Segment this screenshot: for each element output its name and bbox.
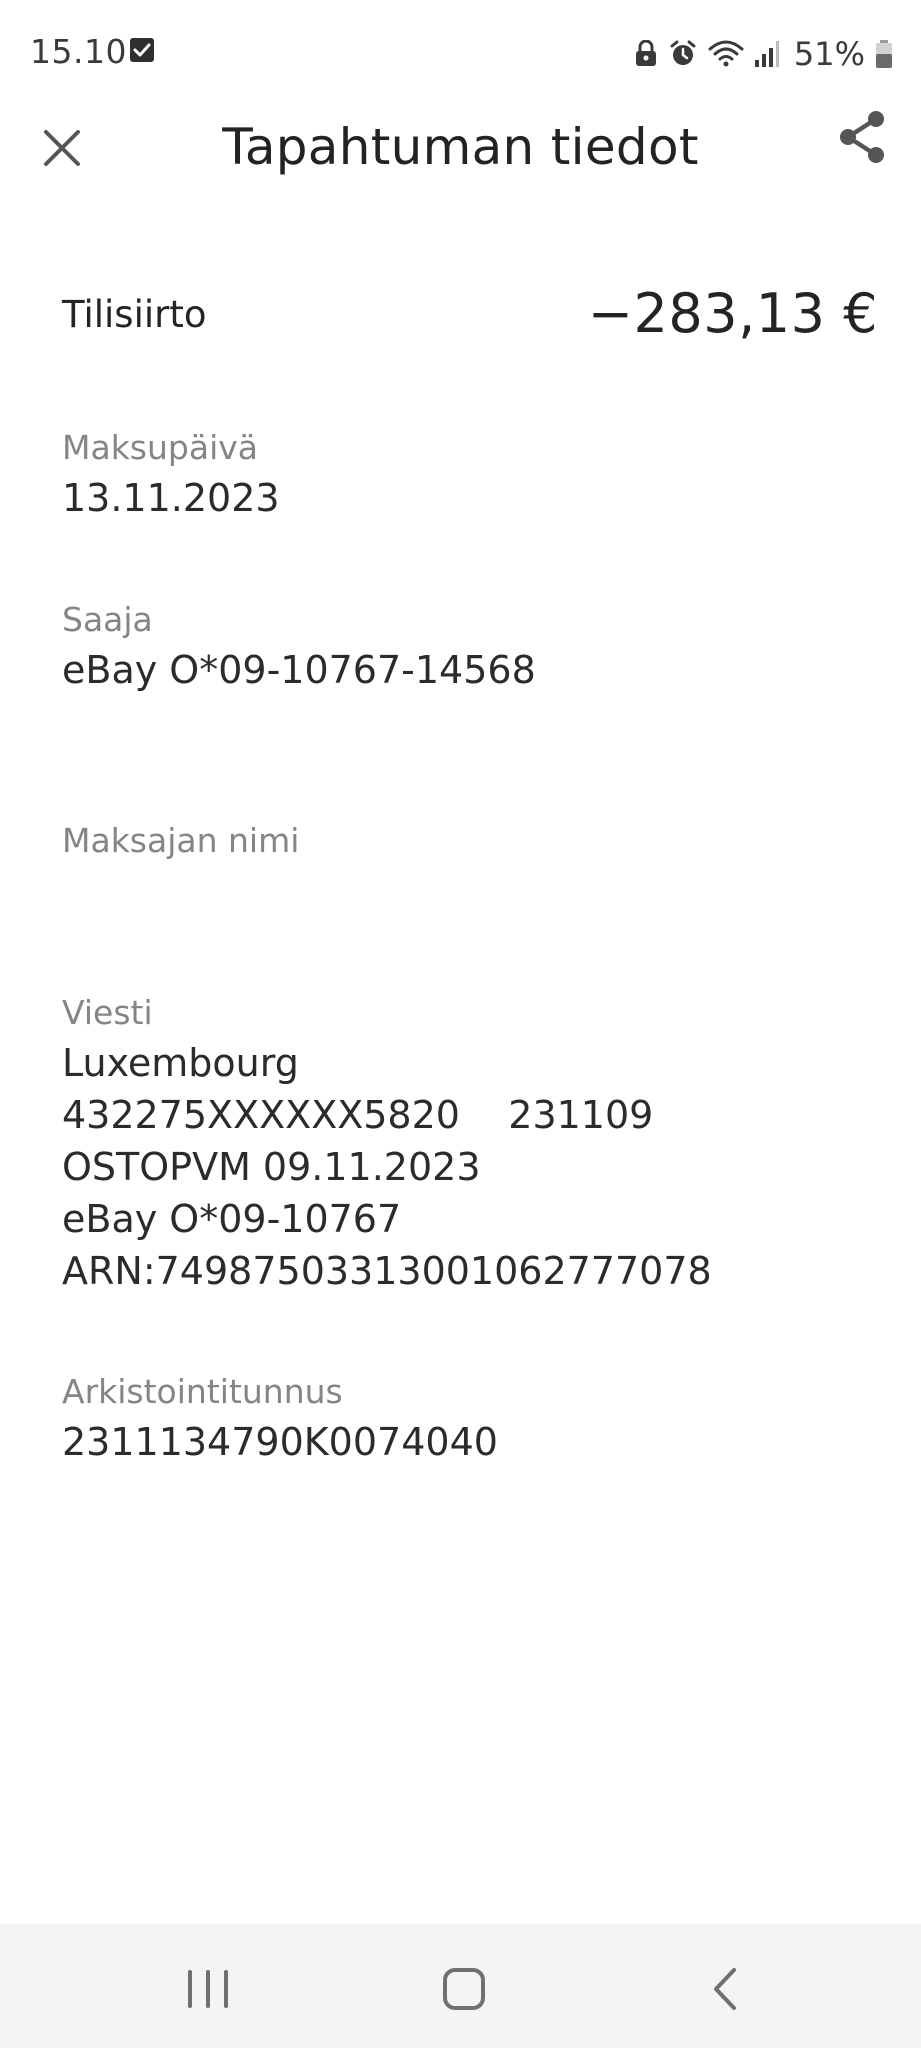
transaction-type: Tilisiirto — [62, 293, 207, 336]
signal-icon — [754, 41, 779, 67]
recipient-value: eBay O*09-10767-14568 — [62, 648, 536, 692]
lock-icon — [635, 40, 656, 66]
share-icon — [840, 111, 884, 163]
battery-percentage: 51% — [793, 35, 865, 73]
message-line: 432275XXXXXX5820 231109 — [62, 1093, 654, 1137]
share-button[interactable] — [832, 108, 892, 168]
payment-date-value: 13.11.2023 — [62, 476, 280, 520]
payment-date-field: Maksupäivä 13.11.2023 — [62, 424, 280, 524]
status-time: 15.10 — [30, 32, 127, 71]
home-icon — [443, 1968, 485, 2010]
system-navigation-bar — [0, 1924, 921, 2048]
recipient-field: Saaja eBay O*09-10767-14568 — [62, 596, 536, 696]
transaction-amount: −283,13 € — [587, 282, 878, 345]
message-line: eBay O*09-10767 — [62, 1197, 402, 1241]
payer-name-field: Maksajan nimi — [62, 817, 299, 865]
recent-apps-icon — [188, 1970, 228, 2008]
alarm-icon — [670, 40, 696, 65]
recent-apps-button[interactable] — [178, 1964, 238, 2014]
message-line: ARN:74987503313001062777078 — [62, 1249, 712, 1293]
recipient-label: Saaja — [62, 600, 153, 639]
archive-id-label: Arkistointitunnus — [62, 1372, 343, 1411]
payment-date-label: Maksupäivä — [62, 428, 259, 467]
archive-id-value: 2311134790K0074040 — [62, 1420, 498, 1464]
home-button[interactable] — [434, 1964, 494, 2014]
status-bar: 15.10 51% — [0, 0, 921, 100]
wifi-icon — [708, 40, 744, 67]
page-title: Tapahtuman tiedot — [222, 118, 699, 176]
message-line: OSTOPVM 09.11.2023 — [62, 1145, 481, 1189]
message-label: Viesti — [62, 993, 153, 1032]
back-button[interactable] — [696, 1964, 756, 2014]
message-value: Luxembourg 432275XXXXXX5820 231109 OSTOP… — [62, 1037, 712, 1297]
message-field: Viesti Luxembourg 432275XXXXXX5820 23110… — [62, 989, 712, 1297]
back-icon — [714, 1968, 736, 2010]
status-icons: 51% — [634, 34, 893, 74]
checkbox-notification-icon — [130, 38, 154, 62]
payer-name-label: Maksajan nimi — [62, 821, 300, 860]
app-header: Tapahtuman tiedot — [0, 100, 921, 200]
archive-id-field: Arkistointitunnus 2311134790K0074040 — [62, 1368, 498, 1468]
message-line: Luxembourg — [62, 1041, 299, 1085]
battery-icon — [876, 40, 892, 68]
